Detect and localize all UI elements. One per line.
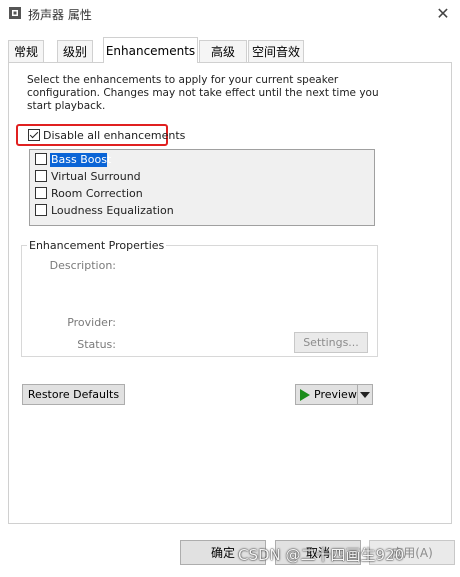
tab-general[interactable]: 常规	[8, 40, 44, 62]
virtual-surround-checkbox[interactable]	[35, 170, 47, 182]
restore-defaults-button[interactable]: Restore Defaults	[22, 384, 125, 405]
disable-all-label[interactable]: Disable all enhancements	[43, 129, 185, 142]
tab-levels[interactable]: 级别	[57, 40, 93, 62]
provider-label: Provider:	[67, 316, 116, 329]
tab-advanced[interactable]: 高级	[199, 40, 247, 62]
preview-split-button[interactable]: Preview	[295, 384, 373, 405]
play-icon	[300, 388, 310, 401]
chevron-down-icon	[360, 391, 370, 398]
enhancements-description: Select the enhancements to apply for you…	[27, 74, 379, 112]
window-title: 扬声器 属性	[28, 8, 92, 22]
description-label: Description:	[49, 259, 116, 272]
speaker-app-icon	[9, 7, 21, 19]
settings-button[interactable]: Settings...	[294, 332, 368, 353]
status-label: Status:	[77, 338, 116, 351]
close-button[interactable]: ✕	[430, 2, 456, 24]
bass-boost-label[interactable]: Bass Boost	[51, 153, 111, 166]
room-correction-label[interactable]: Room Correction	[51, 187, 143, 200]
tab-enhancements[interactable]: Enhancements	[103, 37, 198, 63]
tab-spatial-sound[interactable]: 空间音效	[248, 40, 304, 62]
enhancement-properties-title: Enhancement Properties	[27, 239, 167, 252]
close-icon: ✕	[436, 3, 450, 23]
watermark: CSDN @二十四画生920	[238, 546, 405, 564]
preview-button[interactable]: Preview	[296, 385, 358, 404]
preview-dropdown-button[interactable]	[358, 385, 372, 404]
room-correction-checkbox[interactable]	[35, 187, 47, 199]
title-bar: 扬声器 属性 ✕	[0, 0, 460, 28]
disable-all-checkbox[interactable]	[28, 129, 40, 141]
preview-label: Preview	[314, 388, 357, 401]
loudness-equalization-checkbox[interactable]	[35, 204, 47, 216]
bass-boost-checkbox[interactable]	[35, 153, 47, 165]
loudness-equalization-label[interactable]: Loudness Equalization	[51, 204, 174, 217]
virtual-surround-label[interactable]: Virtual Surround	[51, 170, 141, 183]
